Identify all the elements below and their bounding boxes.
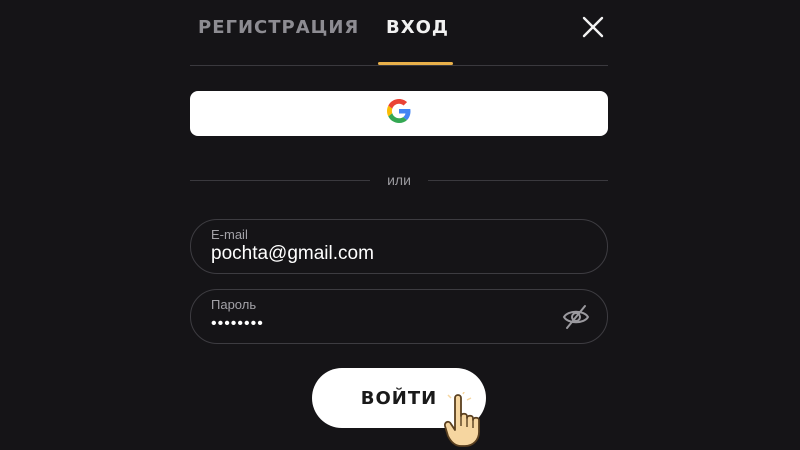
divider-right: [428, 180, 608, 181]
tab-register[interactable]: РЕГИСТРАЦИЯ: [198, 14, 359, 42]
google-icon: [387, 99, 411, 128]
tab-login[interactable]: ВХОД: [386, 14, 449, 42]
email-field[interactable]: E-mail: [190, 219, 608, 274]
email-label: E-mail: [211, 227, 248, 242]
auth-tabs: РЕГИСТРАЦИЯ ВХОД: [190, 0, 608, 66]
password-label: Пароль: [211, 297, 257, 312]
divider-left: [190, 180, 370, 181]
google-signin-button[interactable]: [190, 91, 608, 136]
close-icon[interactable]: [580, 14, 606, 40]
pointer-hand-icon: [443, 389, 495, 448]
auth-modal: РЕГИСТРАЦИЯ ВХОД или E-mail Пароль •••••…: [0, 0, 800, 450]
email-input[interactable]: [211, 243, 541, 265]
password-input[interactable]: ••••••••: [211, 315, 541, 333]
eye-off-icon[interactable]: [561, 303, 591, 331]
password-field[interactable]: Пароль ••••••••: [190, 289, 608, 344]
or-label: или: [387, 172, 411, 188]
tabs-divider: [190, 65, 608, 66]
